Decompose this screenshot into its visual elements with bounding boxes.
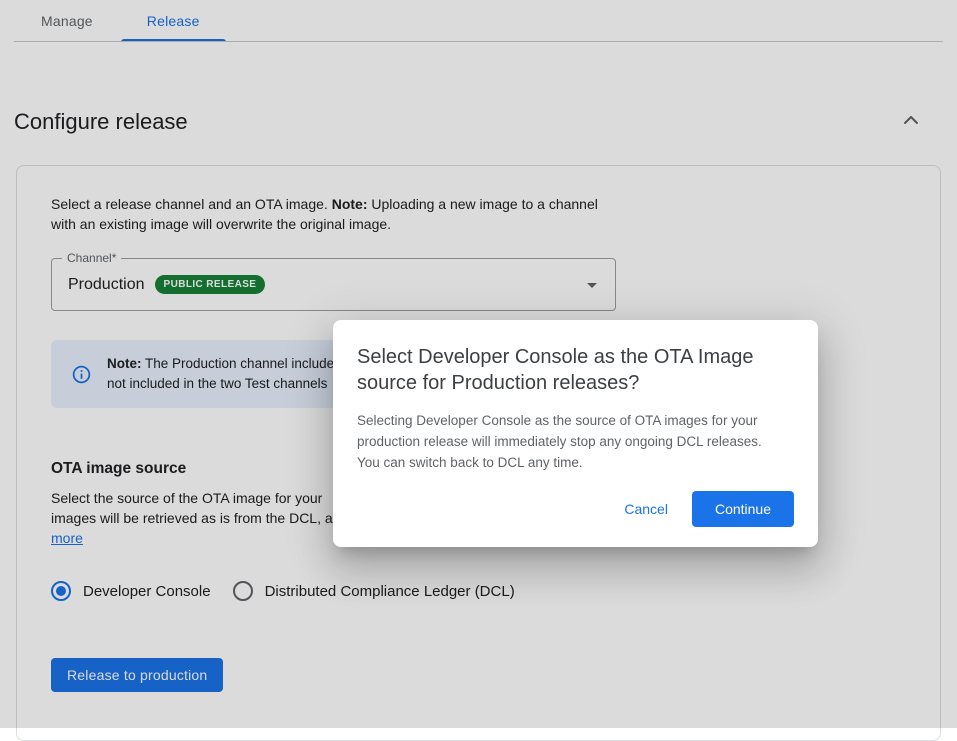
dialog-actions: Cancel Continue [357, 491, 794, 527]
dialog-title: Select Developer Console as the OTA Imag… [357, 344, 794, 396]
dialog-title-line-1: Select Developer Console as the OTA Imag… [357, 344, 794, 370]
dialog-body-line-2: production release will immediately stop… [357, 431, 794, 452]
dialog-title-line-2: source for Production releases? [357, 370, 794, 396]
dialog-body: Selecting Developer Console as the sourc… [357, 410, 794, 473]
dialog-body-line-1: Selecting Developer Console as the sourc… [357, 410, 794, 431]
cancel-button[interactable]: Cancel [614, 493, 678, 525]
continue-button[interactable]: Continue [692, 491, 794, 527]
dialog-body-line-3: You can switch back to DCL any time. [357, 452, 794, 473]
confirm-dialog: Select Developer Console as the OTA Imag… [333, 320, 818, 547]
